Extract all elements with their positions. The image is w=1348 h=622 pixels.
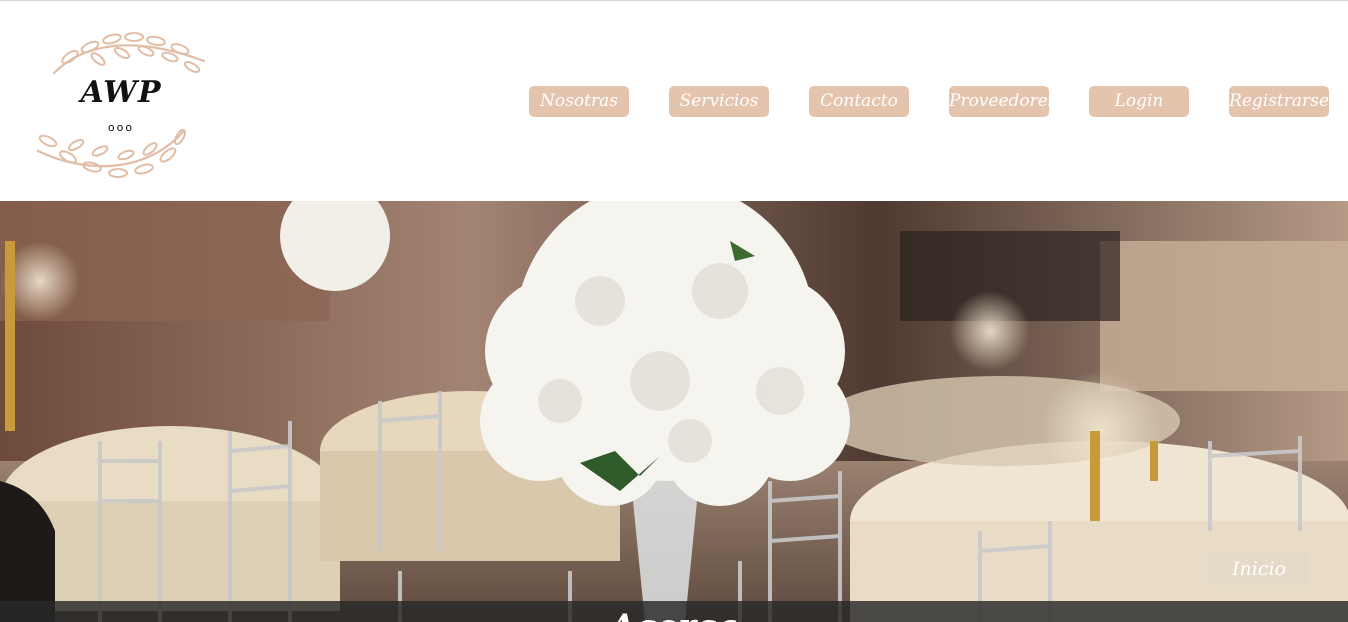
hero-caption-bar: Acerca xyxy=(0,601,1348,622)
hero-image xyxy=(0,201,1348,622)
nav-nosotras-button[interactable]: Nosotras xyxy=(529,86,629,117)
inicio-button[interactable]: Inicio xyxy=(1209,552,1309,586)
nav-servicios-button[interactable]: Servicios xyxy=(669,86,769,117)
brand-logo[interactable]: AWP ooo xyxy=(34,23,208,187)
logo-dots: ooo xyxy=(107,121,135,134)
nav-contacto-button[interactable]: Contacto xyxy=(809,86,909,117)
nav-login-button[interactable]: Login xyxy=(1089,86,1189,117)
hero-banner: Inicio Acerca xyxy=(0,201,1348,622)
nav-registrarse-button[interactable]: Registrarse xyxy=(1229,86,1329,117)
site-header: AWP ooo Nosotras Servicios Contacto Prov… xyxy=(0,1,1348,201)
logo-title: AWP xyxy=(80,75,162,110)
hero-caption-title: Acerca xyxy=(0,607,1348,622)
nav-proveedores-button[interactable]: Proveedores xyxy=(949,86,1057,117)
